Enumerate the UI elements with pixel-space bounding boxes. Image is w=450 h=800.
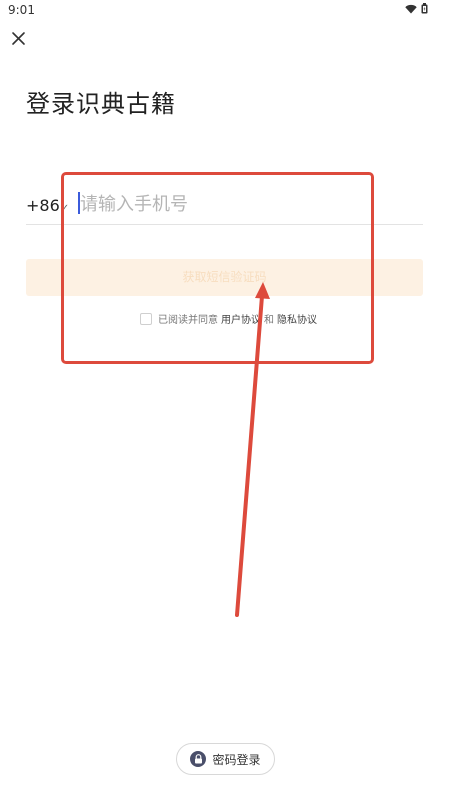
get-sms-code-button[interactable]: 获取短信验证码: [26, 259, 423, 296]
status-bar: 9:01: [0, 0, 450, 22]
annotation-arrow: [235, 282, 270, 617]
agreement-prefix: 已阅读并同意: [158, 315, 218, 326]
user-agreement-link[interactable]: 用户协议: [221, 311, 261, 326]
agreement-row: 已阅读并同意 用户协议 和 隐私协议: [140, 311, 320, 326]
lock-icon: [190, 751, 207, 767]
country-code-label: +86: [26, 196, 60, 215]
close-icon: [12, 32, 25, 45]
password-login-button[interactable]: 密码登录: [176, 743, 275, 775]
phone-input-row: +86✓: [26, 184, 423, 225]
battery-icon: [421, 3, 428, 14]
country-code-selector[interactable]: +86✓: [26, 196, 69, 215]
phone-number-input[interactable]: [80, 190, 410, 218]
status-time: 9:01: [8, 3, 35, 17]
password-login-label: 密码登录: [212, 752, 261, 767]
privacy-policy-link[interactable]: 隐私协议: [277, 311, 317, 326]
status-icons: [405, 3, 428, 14]
agreement-checkbox[interactable]: [140, 312, 152, 325]
chevron-down-icon: ✓: [60, 203, 70, 214]
close-button[interactable]: [8, 28, 30, 50]
page-title: 登录识典古籍: [26, 90, 176, 118]
agreement-and: 和: [264, 315, 274, 326]
wifi-icon: [405, 4, 417, 13]
